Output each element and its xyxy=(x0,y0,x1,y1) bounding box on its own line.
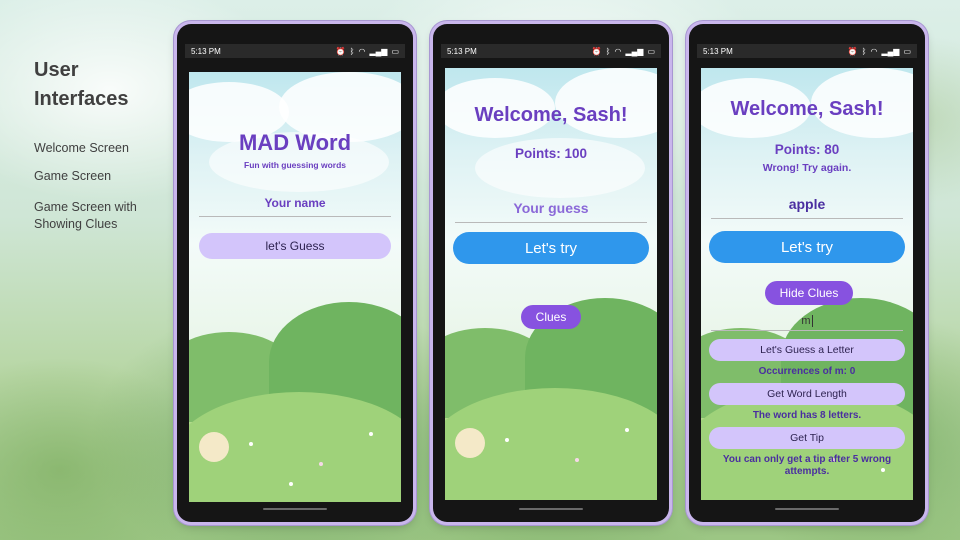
word-length-button[interactable]: Get Word Length xyxy=(709,383,905,405)
alarm-icon: ⏰ xyxy=(335,46,346,56)
bluetooth-icon: ᛒ xyxy=(605,46,611,56)
clues-screen: Welcome, Sash! Points: 80 Wrong! Try aga… xyxy=(701,68,913,500)
app-subtitle: Fun with guessing words xyxy=(244,160,346,170)
status-bar: 5:13 PM ⏰ ᛒ ◠ ▂▄▆ ▭ xyxy=(441,44,661,58)
wifi-icon: ◠ xyxy=(870,46,878,56)
letter-value: m xyxy=(801,315,811,327)
status-time: 5:13 PM xyxy=(191,46,221,56)
feedback-message: Wrong! Try again. xyxy=(762,162,852,174)
name-input[interactable]: Your name xyxy=(199,196,391,217)
phone-welcome: 5:13 PM ⏰ ᛒ ◠ ▂▄▆ ▭ MAD Word Fun with gu… xyxy=(177,24,413,522)
alarm-icon: ⏰ xyxy=(847,46,858,56)
lets-try-button[interactable]: Let's try xyxy=(709,231,905,263)
wifi-icon: ◠ xyxy=(614,46,622,56)
welcome-greeting: Welcome, Sash! xyxy=(474,104,628,126)
tip-result: You can only get a tip after 5 wrong att… xyxy=(722,454,892,477)
app-title: MAD Word xyxy=(238,130,352,155)
text-cursor xyxy=(811,315,813,328)
battery-icon: ▭ xyxy=(647,46,655,56)
flower-decoration xyxy=(455,428,485,458)
get-tip-button[interactable]: Get Tip xyxy=(709,427,905,449)
game-screen: Welcome, Sash! Points: 100 Your guess Le… xyxy=(445,68,657,500)
word-length-result: The word has 8 letters. xyxy=(752,410,862,421)
signal-icon: ▂▄▆ xyxy=(881,46,900,56)
guess-letter-button[interactable]: Let's Guess a Letter xyxy=(709,339,905,361)
status-bar: 5:13 PM ⏰ ᛒ ◠ ▂▄▆ ▭ xyxy=(185,44,405,58)
slide-sidebar: User Interfaces Welcome Screen Game Scre… xyxy=(34,56,137,231)
wifi-icon: ◠ xyxy=(358,46,366,56)
lets-try-button[interactable]: Let's try xyxy=(453,232,649,264)
status-bar: 5:13 PM ⏰ ᛒ ◠ ▂▄▆ ▭ xyxy=(697,44,917,58)
home-indicator xyxy=(263,508,327,510)
bluetooth-icon: ᛒ xyxy=(349,46,355,56)
signal-icon: ▂▄▆ xyxy=(625,46,644,56)
welcome-greeting: Welcome, Sash! xyxy=(730,98,884,120)
phone-game: 5:13 PM ⏰ ᛒ ◠ ▂▄▆ ▭ Welcome, Sash! Point… xyxy=(433,24,669,522)
guess-input[interactable]: apple xyxy=(711,196,903,219)
occurrences-result: Occurrences of m: 0 xyxy=(758,366,856,377)
points-label: Points: 80 xyxy=(774,142,840,157)
points-label: Points: 100 xyxy=(514,146,588,161)
status-time: 5:13 PM xyxy=(447,46,477,56)
home-indicator xyxy=(775,508,839,510)
letter-input[interactable]: m xyxy=(711,315,903,332)
welcome-screen: MAD Word Fun with guessing words Your na… xyxy=(189,72,401,502)
status-time: 5:13 PM xyxy=(703,46,733,56)
nav-game-screen: Game Screen xyxy=(34,169,112,183)
slide-heading: User Interfaces xyxy=(34,59,129,110)
flower-decoration xyxy=(199,432,229,462)
alarm-icon: ⏰ xyxy=(591,46,602,56)
guess-input[interactable]: Your guess xyxy=(455,200,647,223)
nav-welcome-screen: Welcome Screen xyxy=(34,141,129,155)
battery-icon: ▭ xyxy=(391,46,399,56)
signal-icon: ▂▄▆ xyxy=(369,46,388,56)
home-indicator xyxy=(519,508,583,510)
battery-icon: ▭ xyxy=(903,46,911,56)
nav-game-screen-clues: Game Screen with Showing Clues xyxy=(34,200,137,231)
clues-button[interactable]: Clues xyxy=(521,305,581,329)
bluetooth-icon: ᛒ xyxy=(861,46,867,56)
phone-clues: 5:13 PM ⏰ ᛒ ◠ ▂▄▆ ▭ Welcome, Sash! Point… xyxy=(689,24,925,522)
lets-guess-button[interactable]: let's Guess xyxy=(199,233,391,259)
hide-clues-button[interactable]: Hide Clues xyxy=(765,281,853,305)
